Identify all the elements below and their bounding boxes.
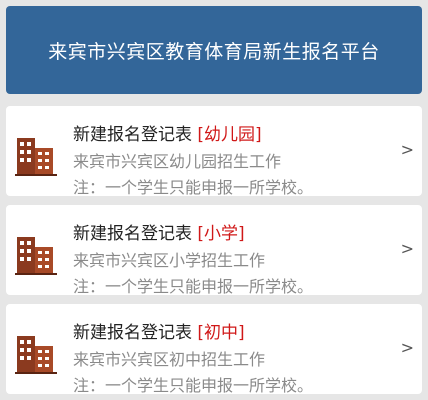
- card-note: 注：一个学生只能申报一所学校。: [73, 376, 314, 395]
- page-header: 来宾市兴宾区教育体育局新生报名平台: [6, 6, 422, 94]
- building-icon: [15, 138, 57, 176]
- level-tag: [初中]: [197, 323, 245, 343]
- card-note: 注：一个学生只能申报一所学校。: [73, 178, 314, 197]
- card-note: 注：一个学生只能申报一所学校。: [73, 277, 314, 296]
- card-title: 新建报名登记表 [幼儿园]: [73, 125, 262, 145]
- building-icon: [15, 336, 57, 374]
- page-title: 来宾市兴宾区教育体育局新生报名平台: [48, 40, 380, 63]
- level-tag: [小学]: [197, 224, 245, 244]
- card-subtitle: 来宾市兴宾区初中招生工作: [73, 350, 266, 369]
- registration-card-kindergarten[interactable]: 新建报名登记表 [幼儿园] 来宾市兴宾区幼儿园招生工作 注：一个学生只能申报一所…: [6, 106, 422, 197]
- card-title: 新建报名登记表 [初中]: [73, 323, 245, 343]
- chevron-right-icon: >: [400, 140, 414, 159]
- chevron-right-icon: >: [400, 338, 414, 357]
- card-subtitle: 来宾市兴宾区幼儿园招生工作: [73, 152, 282, 171]
- card-subtitle: 来宾市兴宾区小学招生工作: [73, 251, 266, 270]
- chevron-right-icon: >: [400, 239, 414, 258]
- registration-card-middle-school[interactable]: 新建报名登记表 [初中] 来宾市兴宾区初中招生工作 注：一个学生只能申报一所学校…: [6, 304, 422, 395]
- registration-card-primary[interactable]: 新建报名登记表 [小学] 来宾市兴宾区小学招生工作 注：一个学生只能申报一所学校…: [6, 205, 422, 296]
- level-tag: [幼儿园]: [197, 125, 262, 145]
- card-title: 新建报名登记表 [小学]: [73, 224, 245, 244]
- building-icon: [15, 237, 57, 275]
